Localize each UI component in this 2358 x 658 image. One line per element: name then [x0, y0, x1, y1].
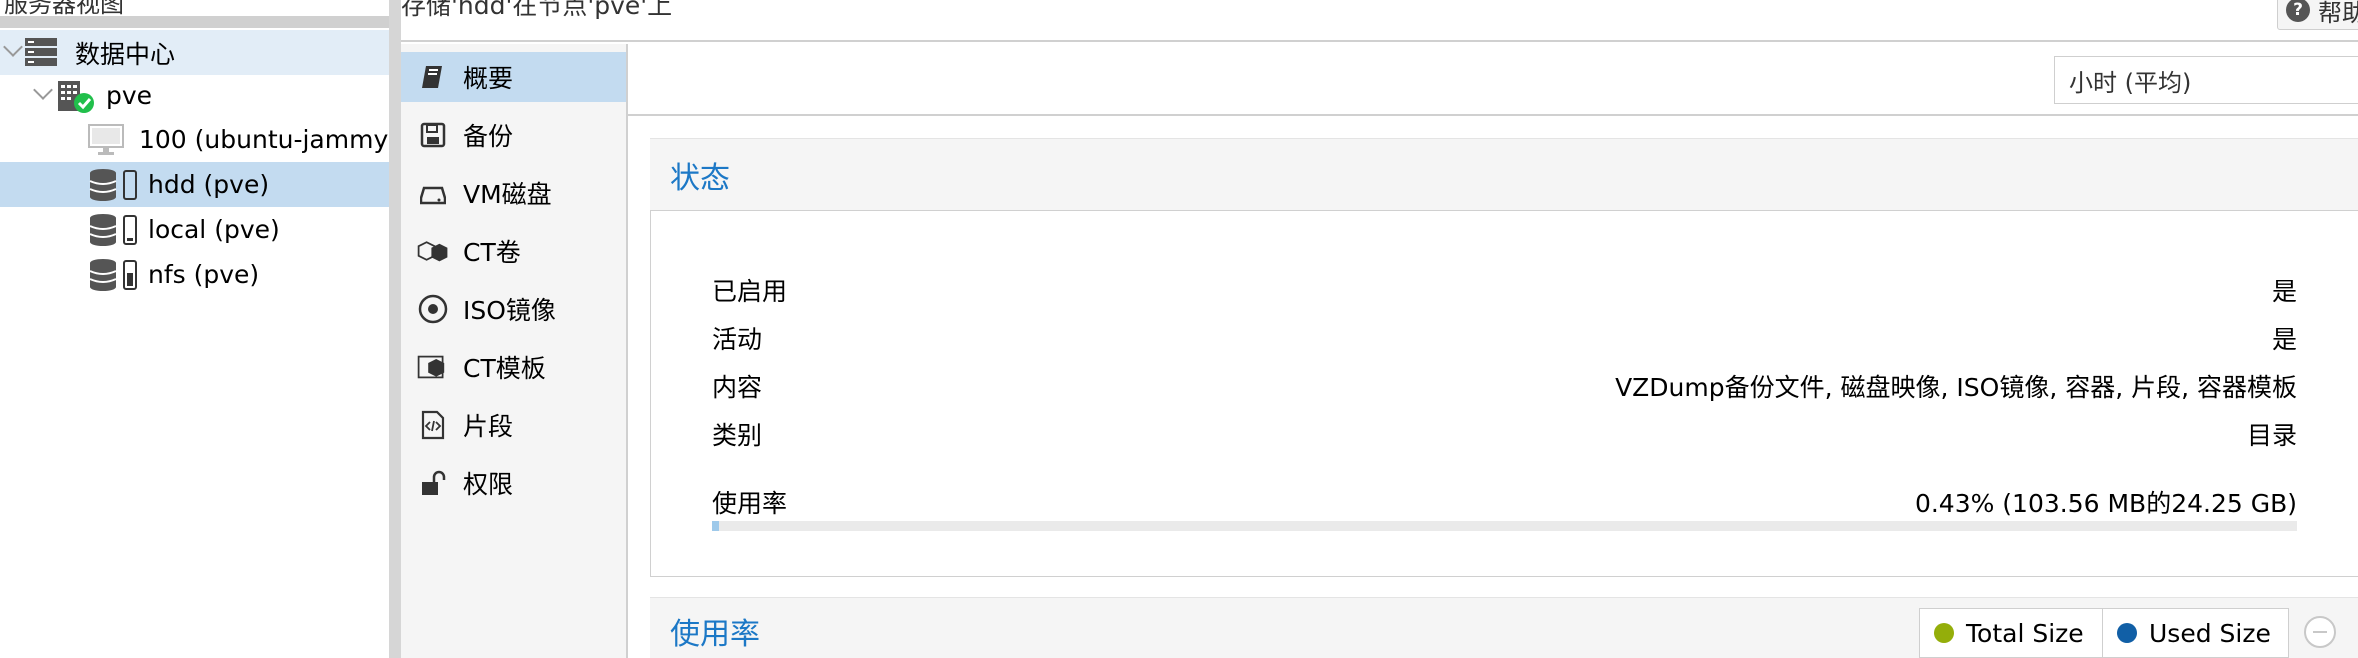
code-file-icon — [417, 409, 449, 441]
usage-value: 0.43% (103.56 MB的24.25 GB) — [1914, 489, 2297, 518]
status-row-content: 内容 VZDump备份文件, 磁盘映像, ISO镜像, 容器, 片段, 容器模板 — [712, 368, 2297, 408]
nav-item-vm-disks[interactable]: VM磁盘 — [401, 168, 627, 218]
tree-item-storage-hdd[interactable]: hdd (pve) — [0, 162, 389, 207]
status-key: 已启用 — [712, 277, 788, 306]
floppy-icon — [417, 119, 449, 151]
unlock-icon — [417, 467, 449, 499]
tree-item-storage-nfs[interactable]: nfs (pve) — [0, 252, 389, 297]
tree-item-label: 100 (ubuntu-jammy) — [139, 125, 399, 154]
status-value: 是 — [2271, 325, 2297, 354]
status-panel-header: 状态 — [650, 138, 2358, 210]
tree-item-storage-local[interactable]: local (pve) — [0, 207, 389, 252]
tree-item-node-pve[interactable]: pve — [0, 73, 389, 118]
storage-icon — [88, 212, 142, 254]
timeframe-select[interactable]: 小时 (平均) — [2054, 56, 2358, 104]
tree-item-label: pve — [106, 81, 153, 110]
usage-label: 使用率 — [712, 489, 788, 518]
panel-splitter[interactable] — [389, 0, 401, 658]
vm-stopped-icon — [88, 123, 124, 163]
page-title: 存储'hdd'在节点'pve'上 — [401, 0, 673, 20]
legend-item-total-size[interactable]: Total Size — [1920, 609, 2102, 657]
legend-dot — [1934, 623, 1954, 643]
chevron-down-icon[interactable] — [3, 37, 23, 57]
status-row-type: 类别 目录 — [712, 416, 2297, 456]
hdd-icon — [417, 177, 449, 209]
status-value: 是 — [2271, 277, 2297, 306]
tree-header-bar — [0, 16, 389, 28]
nav-item-label: VM磁盘 — [463, 180, 552, 209]
nav-item-summary[interactable]: 概要 — [401, 52, 627, 102]
nav-item-label: 权限 — [463, 470, 514, 499]
nav-item-backup[interactable]: 备份 — [401, 110, 627, 160]
storage-nav: 概要 备份 VM磁盘 CT卷 ISO镜像 CT模板 片段 权限 — [401, 44, 627, 658]
book-icon — [417, 61, 449, 93]
nav-item-label: 备份 — [463, 122, 514, 151]
legend-label: Total Size — [1966, 618, 2084, 648]
nav-item-ct-volumes[interactable]: CT卷 — [401, 226, 627, 276]
tree-item-label: hdd (pve) — [148, 170, 270, 199]
status-row-active: 活动 是 — [712, 320, 2297, 360]
legend-item-used-size[interactable]: Used Size — [2102, 609, 2288, 657]
storage-icon — [88, 257, 142, 299]
legend-label: Used Size — [2149, 618, 2271, 648]
tree-item-label: 数据中心 — [75, 39, 176, 69]
help-label: 帮助 — [2318, 0, 2358, 27]
resource-tree: 服务器视图 数据中心 pve 100 (ubuntu-jammy) hdd (p… — [0, 0, 398, 658]
status-row-enabled: 已启用 是 — [712, 272, 2297, 312]
legend-dot — [2117, 623, 2137, 643]
usage-progress-fill — [712, 521, 719, 531]
content-title-bar: 存储'hdd'在节点'pve'上 — [401, 0, 2358, 42]
status-value: 目录 — [2246, 421, 2297, 450]
tree-item-vm-100[interactable]: 100 (ubuntu-jammy) — [0, 117, 398, 163]
cubes-icon — [417, 235, 449, 267]
status-panel-title: 状态 — [670, 161, 730, 196]
question-icon: ? — [2286, 0, 2310, 22]
status-key: 内容 — [712, 373, 763, 402]
status-value: VZDump备份文件, 磁盘映像, ISO镜像, 容器, 片段, 容器模板 — [1615, 373, 2297, 402]
usage-panel-title: 使用率 — [670, 617, 760, 652]
help-button[interactable]: ? 帮助 — [2277, 0, 2358, 30]
tree-item-label: nfs (pve) — [148, 260, 260, 289]
nav-item-label: CT模板 — [463, 354, 546, 383]
tree-header: 服务器视图 — [4, 0, 124, 16]
tree-item-label: local (pve) — [148, 215, 280, 244]
collapse-panel-button[interactable] — [2304, 616, 2336, 648]
chevron-down-icon[interactable] — [33, 80, 53, 100]
nav-item-label: ISO镜像 — [463, 296, 556, 325]
usage-progress-bar — [712, 521, 2297, 531]
nav-item-ct-templates[interactable]: CT模板 — [401, 342, 627, 392]
nav-item-iso-images[interactable]: ISO镜像 — [401, 284, 627, 334]
storage-icon — [88, 167, 142, 209]
disc-icon — [417, 293, 449, 325]
status-row-usage: 使用率 0.43% (103.56 MB的24.25 GB) — [712, 484, 2297, 524]
tree-item-datacenter[interactable]: 数据中心 — [0, 30, 389, 75]
node-online-icon — [56, 79, 96, 121]
chart-legend: Total Size Used Size — [1919, 608, 2289, 658]
nav-item-label: CT卷 — [463, 238, 521, 267]
nav-item-snippets[interactable]: 片段 — [401, 400, 627, 450]
cube-template-icon — [417, 351, 449, 383]
datacenter-icon — [24, 36, 58, 74]
status-key: 活动 — [712, 325, 763, 354]
nav-item-label: 片段 — [463, 412, 514, 441]
nav-item-permissions[interactable]: 权限 — [401, 458, 627, 508]
nav-item-label: 概要 — [463, 64, 514, 93]
status-key: 类别 — [712, 421, 763, 450]
